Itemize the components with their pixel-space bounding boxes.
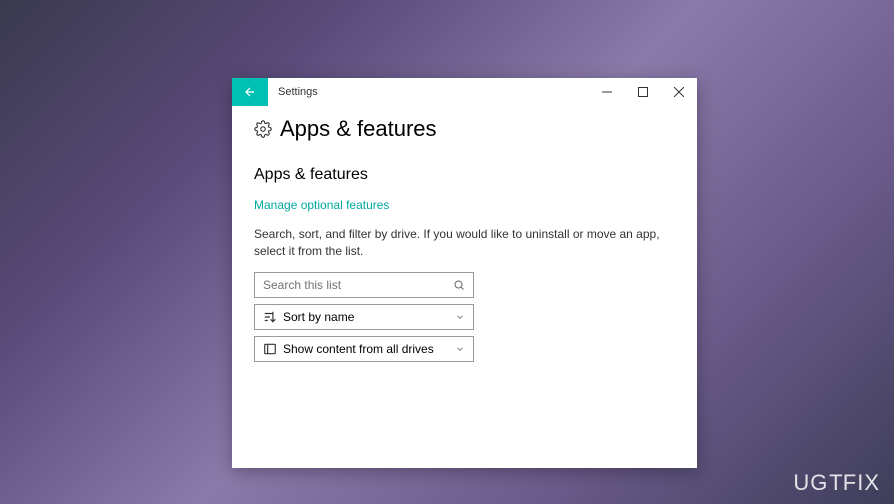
search-icon (453, 279, 465, 291)
description-text: Search, sort, and filter by drive. If yo… (254, 226, 675, 260)
watermark: UGTFIX (793, 470, 880, 496)
arrow-left-icon (243, 85, 257, 99)
sort-label: Sort by name (283, 310, 354, 324)
maximize-icon (638, 87, 648, 97)
page-heading: Apps & features (254, 116, 675, 142)
manage-optional-features-link[interactable]: Manage optional features (254, 198, 389, 212)
content-area: Apps & features Apps & features Manage o… (232, 106, 697, 378)
chevron-down-icon (455, 312, 465, 322)
close-icon (674, 87, 684, 97)
window-title: Settings (278, 86, 589, 98)
settings-window: Settings Apps & features Apps & features… (232, 78, 697, 468)
filter-label: Show content from all drives (283, 342, 434, 356)
minimize-button[interactable] (589, 78, 625, 106)
maximize-button[interactable] (625, 78, 661, 106)
gear-icon (254, 120, 272, 138)
search-input[interactable] (263, 278, 453, 292)
window-controls (589, 78, 697, 106)
drive-icon (263, 342, 277, 356)
sort-dropdown[interactable]: Sort by name (254, 304, 474, 330)
filter-dropdown[interactable]: Show content from all drives (254, 336, 474, 362)
section-heading: Apps & features (254, 166, 675, 184)
chevron-down-icon (455, 344, 465, 354)
search-box[interactable] (254, 272, 474, 298)
minimize-icon (602, 87, 612, 97)
page-title: Apps & features (280, 116, 437, 142)
close-button[interactable] (661, 78, 697, 106)
titlebar: Settings (232, 78, 697, 106)
sort-icon (263, 310, 277, 324)
back-button[interactable] (232, 78, 268, 106)
